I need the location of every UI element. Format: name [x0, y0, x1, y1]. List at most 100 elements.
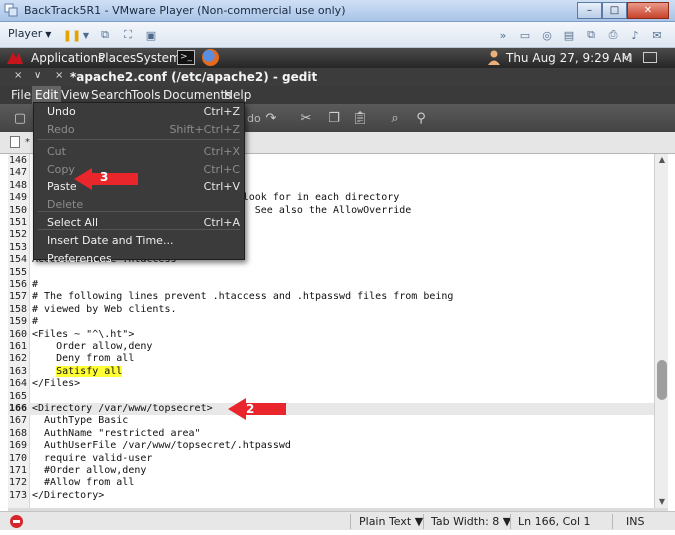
code-line[interactable]: 164 </Files>: [8, 378, 654, 390]
close-window-icon[interactable]: ×: [14, 70, 22, 81]
maximize-button[interactable]: □: [602, 2, 627, 19]
new-document-icon[interactable]: ▢: [12, 110, 28, 126]
copy-icon[interactable]: ❐: [326, 110, 342, 126]
code-line[interactable]: 169 AuthUserFile /var/www/topsecret/.htp…: [8, 440, 654, 452]
line-text: #Allow from all: [32, 477, 134, 489]
panel-clock[interactable]: Thu Aug 27, 9:29 AM: [506, 51, 632, 65]
menu-item-insert-date-time[interactable]: Insert Date and Time...: [34, 232, 244, 249]
host-window-title: BackTrack5R1 - VMware Player (Non-commer…: [24, 4, 346, 17]
current-code-line[interactable]: 166 <Directory /var/www/topsecret>: [8, 403, 654, 416]
code-line[interactable]: 167 AuthType Basic: [8, 415, 654, 427]
menu-item-undo[interactable]: Undo Ctrl+Z: [34, 103, 244, 120]
status-separator: [612, 514, 613, 529]
menu-item-label: Redo: [47, 123, 75, 136]
printer-icon[interactable]: ⎙: [605, 27, 621, 43]
language-selector[interactable]: Plain Text ▼: [359, 515, 423, 528]
redo-icon[interactable]: ↷: [263, 110, 279, 126]
line-number: 171: [9, 465, 28, 476]
code-line[interactable]: 155: [8, 267, 654, 279]
search-icon[interactable]: ⌕: [387, 110, 403, 126]
screen: BackTrack5R1 - VMware Player (Non-commer…: [0, 0, 675, 535]
code-line[interactable]: 159 #: [8, 316, 654, 328]
code-line[interactable]: 156 #: [8, 279, 654, 291]
cut-icon[interactable]: ✂: [298, 110, 314, 126]
network-adapter-icon[interactable]: ⧉: [583, 27, 599, 43]
line-text: AuthName "restricted area": [32, 428, 201, 440]
vertical-scrollbar[interactable]: ▲ ▼: [654, 154, 668, 508]
code-line[interactable]: 168 AuthName "restricted area": [8, 428, 654, 440]
code-line[interactable]: 158 # viewed by Web clients.: [8, 304, 654, 316]
line-text-content: # viewed by Web clients.: [32, 303, 177, 315]
vmware-logo-icon: [4, 3, 18, 17]
menu-item-preferences[interactable]: Preferences: [34, 250, 244, 267]
line-number: 160: [9, 328, 28, 340]
line-text-content: AuthName "restricted area": [32, 427, 201, 439]
scrollbar-thumb[interactable]: [657, 360, 667, 400]
document-tab-label[interactable]: *: [25, 137, 30, 148]
system-menu[interactable]: System: [136, 51, 181, 65]
annotation-arrow-2: [228, 398, 286, 420]
line-number: 155: [9, 266, 28, 278]
undo-label-partial: do: [247, 112, 261, 125]
search-replace-icon[interactable]: ⚲: [413, 110, 429, 126]
menu-item-label: Cut: [47, 145, 66, 158]
line-number: 148: [9, 179, 28, 191]
line-text-content: </Files>: [32, 378, 81, 390]
paste-icon[interactable]: 📋︎: [352, 110, 369, 126]
code-line[interactable]: 171 #Order allow,deny: [8, 465, 654, 477]
code-line[interactable]: 170 require valid-user: [8, 453, 654, 465]
code-line[interactable]: 165: [8, 391, 654, 403]
status-bar: Plain Text ▼ Tab Width: 8 ▼ Ln 166, Col …: [0, 511, 675, 530]
expand-icon[interactable]: »: [495, 27, 511, 43]
close-button[interactable]: ✕: [627, 2, 669, 19]
places-menu[interactable]: Places: [98, 51, 136, 65]
minimize-button[interactable]: –: [577, 2, 602, 19]
line-text-content: #Order allow,deny: [32, 465, 147, 476]
backtrack-dragon-icon[interactable]: [6, 50, 24, 66]
stop-icon[interactable]: [10, 515, 23, 528]
line-number: 147: [9, 167, 28, 179]
code-line[interactable]: 173 </Directory>: [8, 490, 654, 502]
menu-item-label: Delete: [47, 198, 84, 211]
scroll-up-icon[interactable]: ▲: [655, 154, 669, 166]
floppy-icon[interactable]: ▤: [561, 27, 577, 43]
chevron-down-icon[interactable]: ▼: [78, 27, 94, 43]
maximize-window-icon[interactable]: ×: [55, 70, 63, 81]
line-text: require valid-user: [32, 453, 152, 465]
hard-disk-icon[interactable]: ▭: [517, 27, 533, 43]
fullscreen-icon[interactable]: ⛶: [120, 27, 136, 43]
gedit-title-bar[interactable]: × ∨ × *apache2.conf (/etc/apache2) - ged…: [0, 68, 675, 86]
message-icon[interactable]: ✉: [649, 27, 665, 43]
code-line[interactable]: 162 Deny from all: [8, 353, 654, 365]
code-line[interactable]: 163 Satisfy all: [8, 365, 654, 378]
line-text-content: Deny from all: [32, 353, 135, 365]
host-title-bar[interactable]: BackTrack5R1 - VMware Player (Non-commer…: [0, 0, 675, 22]
terminal-icon[interactable]: >_: [177, 50, 195, 65]
applications-menu[interactable]: Applications: [31, 51, 104, 65]
menu-item-shortcut: Ctrl+V: [203, 180, 240, 193]
player-menu-button[interactable]: Player ▼: [8, 27, 51, 40]
code-line[interactable]: 161 Order allow,deny: [8, 341, 654, 353]
network-icon[interactable]: ⧉: [97, 27, 113, 43]
mail-icon[interactable]: [643, 52, 657, 63]
scroll-down-icon[interactable]: ▼: [655, 496, 669, 508]
minimize-window-icon[interactable]: ∨: [34, 70, 41, 81]
menu-file[interactable]: File: [8, 86, 34, 104]
menu-item-label: Select All: [47, 216, 99, 229]
vmware-toolbar: Player ▼ ❚❚ ▼ ⧉ ⛶ ▣ » ▭ ◎ ▤ ⧉ ⎙ ♪ ✉: [0, 22, 675, 48]
code-line[interactable]: 172 #Allow from all: [8, 477, 654, 489]
firefox-icon[interactable]: [202, 49, 219, 66]
line-text-content: AuthType Basic: [32, 415, 129, 427]
unity-icon[interactable]: ▣: [143, 27, 159, 43]
line-text: Order allow,deny: [32, 341, 152, 353]
tab-width-selector[interactable]: Tab Width: 8 ▼: [431, 515, 511, 528]
status-separator: [423, 514, 424, 529]
code-line[interactable]: 160 <Files ~ "^\.ht">: [8, 329, 654, 341]
user-icon[interactable]: [487, 50, 501, 65]
cd-rom-icon[interactable]: ◎: [539, 27, 555, 43]
line-text: AuthType Basic: [32, 415, 128, 427]
code-line[interactable]: 157 # The following lines prevent .htacce…: [8, 291, 654, 303]
menu-item-cut: Cut Ctrl+X: [34, 143, 244, 160]
volume-icon[interactable]: ◁: [623, 51, 631, 64]
sound-icon[interactable]: ♪: [627, 27, 643, 43]
